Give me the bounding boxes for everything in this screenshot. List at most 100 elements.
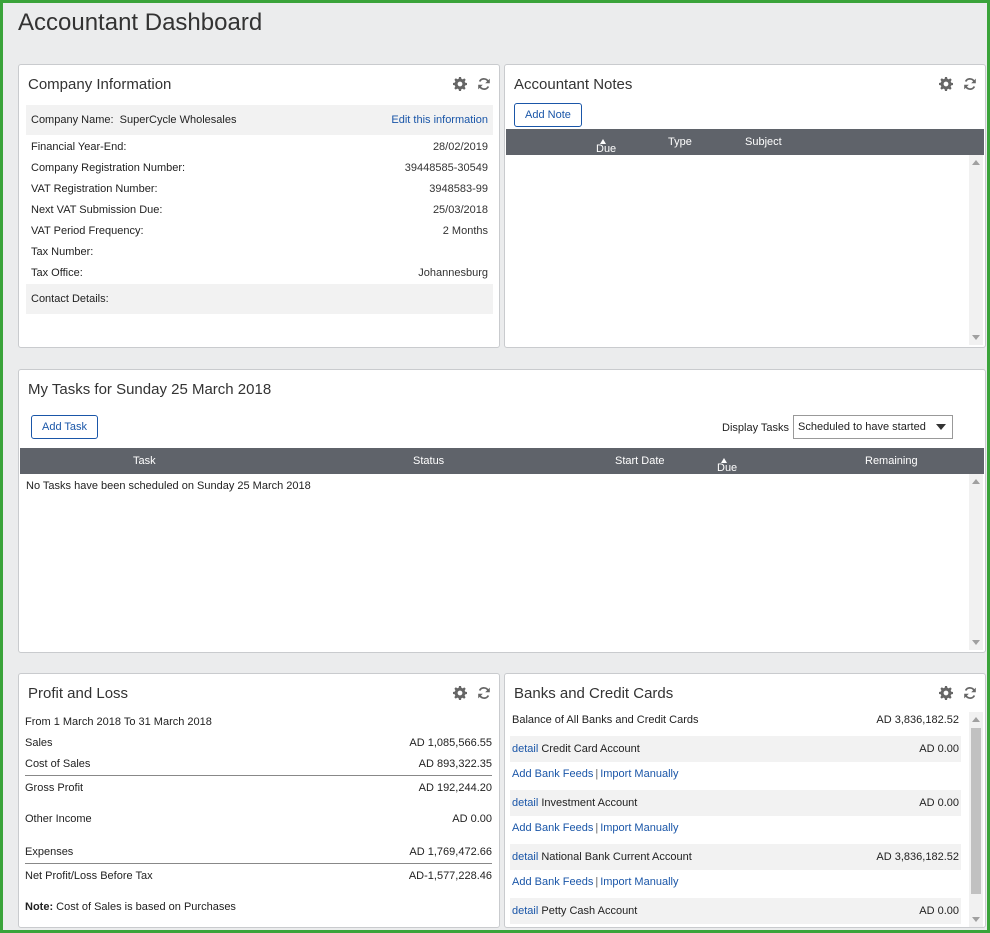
detail-link[interactable]: detail [512, 851, 538, 863]
scroll-up-icon[interactable] [972, 717, 980, 722]
company-name-row: Company Name: SuperCycle Wholesales Edit… [26, 105, 493, 135]
info-value: 39448585-30549 [404, 161, 488, 174]
panel-tools [453, 77, 491, 91]
column-due-date[interactable]: Due Date [717, 455, 740, 486]
bank-account-name: Petty Cash Account [541, 905, 638, 917]
add-bank-feeds-link[interactable]: Add Bank Feeds [512, 876, 593, 888]
detail-link[interactable]: detail [512, 797, 538, 809]
pnl-period-label: From 1 March 2018 To 31 March 2018 [25, 716, 212, 728]
gear-icon[interactable] [939, 686, 953, 700]
gear-icon[interactable] [453, 686, 467, 700]
bank-account-balance: AD 0.00 [919, 905, 959, 917]
pnl-row-net: Net Profit/Loss Before Tax AD-1,577,228.… [25, 870, 492, 882]
info-label: Company Registration Number: [31, 161, 186, 174]
scroll-thumb[interactable] [971, 728, 981, 894]
info-value: 28/02/2019 [432, 140, 488, 153]
page-title: Accountant Dashboard [18, 9, 263, 36]
info-label: Tax Office: [31, 266, 83, 279]
notes-title: Accountant Notes [514, 76, 633, 93]
bank-account: detail Investment Account [512, 797, 637, 809]
gear-icon[interactable] [939, 77, 953, 91]
pnl-title: Profit and Loss [28, 685, 129, 702]
link-separator: | [595, 822, 599, 834]
scroll-down-icon[interactable] [972, 640, 980, 645]
pnl-note-label: Note: [25, 901, 54, 913]
pnl-label: Other Income [25, 813, 92, 825]
panel-tools [939, 77, 977, 91]
link-separator: | [595, 768, 599, 780]
notes-scrollbar[interactable] [969, 155, 983, 345]
column-status[interactable]: Status [413, 455, 444, 467]
scroll-down-icon[interactable] [972, 917, 980, 922]
info-row: Next VAT Submission Due: 25/03/2018 [26, 199, 493, 220]
tasks-title: My Tasks for Sunday 25 March 2018 [28, 381, 272, 398]
divider [25, 863, 492, 864]
bank-account-row: detail National Bank Current Account AD … [510, 844, 961, 870]
refresh-icon[interactable] [963, 686, 977, 700]
scroll-up-icon[interactable] [972, 479, 980, 484]
scroll-up-icon[interactable] [972, 160, 980, 165]
tasks-scrollbar[interactable] [969, 474, 983, 650]
notes-grid-header: Due Date Type Subject [506, 129, 984, 167]
gear-icon[interactable] [453, 77, 467, 91]
column-start-date[interactable]: Start Date [615, 455, 665, 467]
pnl-value: AD-1,577,228.46 [408, 870, 492, 882]
panel-tools [453, 686, 491, 700]
profit-loss-panel: Profit and Loss From 1 March 2018 To 31 … [18, 673, 500, 928]
info-value: 2 Months [442, 224, 488, 237]
bank-account-balance: AD 0.00 [919, 797, 959, 809]
pnl-label: Net Profit/Loss Before Tax [25, 870, 153, 882]
refresh-icon[interactable] [963, 77, 977, 91]
pnl-note-body: Cost of Sales is based on Purchases [53, 901, 236, 913]
bank-account: detail Credit Card Account [512, 743, 640, 755]
company-name-value: SuperCycle Wholesales [119, 114, 237, 126]
bank-actions: Add Bank Feeds | Import Manually [512, 768, 678, 780]
bank-total-value: AD 3,836,182.52 [876, 714, 959, 726]
display-tasks-select[interactable]: Scheduled to have started [793, 415, 953, 439]
column-remaining[interactable]: Remaining [865, 455, 918, 467]
import-manually-link[interactable]: Import Manually [600, 768, 678, 780]
column-task[interactable]: Task [133, 455, 156, 467]
info-label: VAT Registration Number: [31, 182, 158, 195]
info-value: Johannesburg [418, 266, 488, 279]
banks-scrollbar[interactable] [969, 712, 983, 927]
import-manually-link[interactable]: Import Manually [600, 822, 678, 834]
pnl-label: Gross Profit [25, 782, 84, 794]
column-subject[interactable]: Subject [745, 136, 782, 148]
accountant-notes-panel: Accountant Notes Add Note Due Date Type … [504, 64, 986, 348]
refresh-icon[interactable] [477, 77, 491, 91]
pnl-period: From 1 March 2018 To 31 March 2018 [25, 716, 492, 728]
import-manually-link[interactable]: Import Manually [600, 876, 678, 888]
contact-details-label: Contact Details: [31, 293, 109, 305]
refresh-icon[interactable] [477, 686, 491, 700]
bank-account-row: detail Investment Account AD 0.00 [510, 790, 961, 816]
detail-link[interactable]: detail [512, 743, 538, 755]
bank-account-name: Investment Account [541, 797, 638, 809]
column-due-date-label: Due Date [596, 143, 620, 167]
pnl-row-sales: Sales AD 1,085,566.55 [25, 737, 492, 749]
pnl-row-cost-of-sales: Cost of Sales AD 893,322.35 [25, 758, 492, 770]
bank-account-balance: AD 3,836,182.52 [876, 851, 959, 863]
info-row: VAT Period Frequency: 2 Months [26, 220, 493, 241]
detail-link[interactable]: detail [512, 905, 538, 917]
scroll-down-icon[interactable] [972, 335, 980, 340]
column-type[interactable]: Type [668, 136, 692, 148]
company-info-title: Company Information [28, 76, 172, 93]
pnl-value: AD 0.00 [452, 813, 492, 825]
info-label: Next VAT Submission Due: [31, 203, 163, 216]
add-note-button[interactable]: Add Note [514, 103, 582, 127]
add-task-button[interactable]: Add Task [31, 415, 99, 439]
bank-account-row: detail Petty Cash Account AD 0.00 [510, 898, 961, 924]
column-due-date[interactable]: Due Date [596, 136, 619, 167]
chevron-down-icon [936, 424, 946, 430]
bank-total-row: Balance of All Banks and Credit Cards AD… [510, 707, 961, 733]
info-label: VAT Period Frequency: [31, 224, 144, 237]
add-bank-feeds-link[interactable]: Add Bank Feeds [512, 822, 593, 834]
info-row: Tax Office: Johannesburg [26, 262, 493, 283]
pnl-note: Note: Cost of Sales is based on Purchase… [25, 901, 492, 913]
bank-account-balance: AD 0.00 [919, 743, 959, 755]
company-name-label: Company Name: [31, 114, 114, 126]
banks-panel: Banks and Credit Cards Balance of All Ba… [504, 673, 986, 928]
add-bank-feeds-link[interactable]: Add Bank Feeds [512, 768, 593, 780]
edit-info-link[interactable]: Edit this information [391, 114, 488, 126]
